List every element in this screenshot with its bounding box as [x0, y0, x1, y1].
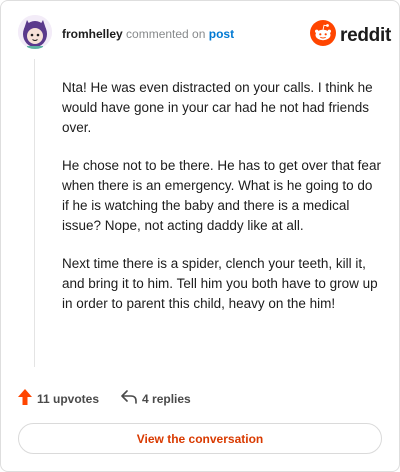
view-conversation-label: View the conversation	[136, 431, 264, 446]
comment-paragraph: He chose not to be there. He has to get …	[62, 158, 381, 233]
comment-paragraph: Nta! He was even distracted on your call…	[62, 80, 373, 135]
comment-paragraph: Next time there is a spider, clench your…	[62, 256, 378, 311]
reddit-wordmark: reddit	[340, 24, 391, 46]
action-text: commented on	[126, 27, 206, 41]
reply-count: 4 replies	[142, 391, 191, 406]
reddit-snoo-icon	[310, 20, 336, 51]
reply-arrow-icon	[121, 390, 137, 407]
upvote-button[interactable]: 11 upvotes	[18, 389, 99, 408]
comment-header: fromhelley commented on post	[62, 26, 234, 42]
reply-button[interactable]: 4 replies	[121, 390, 191, 407]
username-link[interactable]: fromhelley	[62, 27, 123, 41]
view-conversation-button[interactable]: View the conversation	[18, 423, 382, 454]
action-bar: 11 upvotes 4 replies	[18, 389, 191, 408]
upvote-count: 11 upvotes	[37, 391, 100, 406]
upvote-arrow-icon	[18, 389, 32, 408]
reddit-brand[interactable]: reddit	[310, 20, 391, 51]
avatar[interactable]	[18, 15, 52, 49]
comment-body: Nta! He was even distracted on your call…	[62, 78, 382, 332]
comment-card: fromhelley commented on post reddit Nta!…	[0, 0, 400, 472]
thread-line	[34, 59, 35, 367]
post-link[interactable]: post	[209, 27, 234, 41]
